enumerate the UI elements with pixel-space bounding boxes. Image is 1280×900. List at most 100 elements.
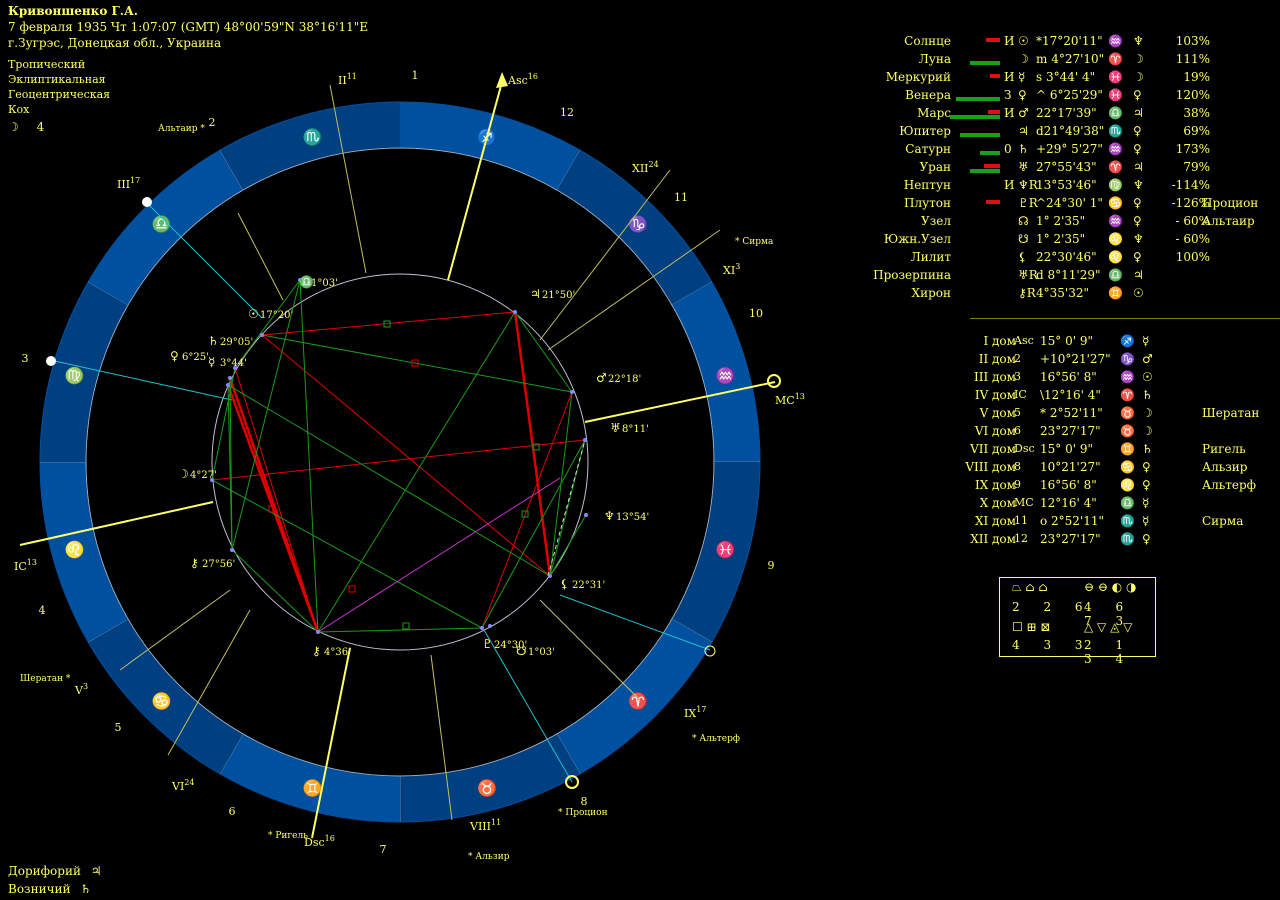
house-row[interactable]: III дом 3 16°56' 8" ♒ ☉ bbox=[880, 368, 1260, 386]
planet-name: Юпитер bbox=[899, 124, 951, 138]
zodiac-sign-icon: ♑ bbox=[628, 215, 648, 234]
house-row[interactable]: VII дом Dsc 15° 0' 9" ♊ ♄ Ригель bbox=[880, 440, 1260, 458]
planet-sign: ♓ bbox=[1108, 70, 1123, 84]
house-sign: ♑ bbox=[1120, 352, 1135, 366]
house-name: VIII дом bbox=[965, 460, 1016, 474]
house-star: Сирма bbox=[1202, 514, 1244, 528]
strength-bar-red bbox=[986, 38, 1000, 42]
saturn-icon: ♄ bbox=[80, 882, 92, 896]
mc-marker-icon bbox=[767, 374, 781, 388]
planet-position: 4°35'32" bbox=[1036, 286, 1089, 300]
zodiac-sign-icon: ♓ bbox=[716, 540, 736, 559]
aspect-line-green bbox=[227, 384, 551, 577]
aspect-line-red bbox=[261, 311, 516, 336]
aspect-line-red bbox=[261, 334, 551, 577]
planet-row[interactable]: Юпитер ♃ d21°49'38" ♏ ♀ 69% bbox=[880, 122, 1260, 140]
planet-row[interactable]: Плутон ♇R ^24°30' 1" ♋ ♀ -126% Процион bbox=[880, 194, 1260, 212]
planet-row[interactable]: Прозерпина ♅R d 8°11'29" ♎ ♃ bbox=[873, 266, 1260, 284]
planet-ruler: ♆ bbox=[1133, 34, 1144, 48]
planet-row[interactable]: Солнце И ☉ *17°20'11" ♒ ♆ 103% bbox=[880, 32, 1260, 50]
planet-row[interactable]: Венера З ♀ ^ 6°25'29" ♓ ♀ 120% bbox=[880, 86, 1260, 104]
aspect-line-red bbox=[481, 391, 573, 629]
planet-sign: ♈ bbox=[1108, 160, 1123, 174]
zodiac-sign-icon: ♒ bbox=[716, 366, 736, 385]
mars-degree-label: 22°18' bbox=[608, 374, 641, 385]
planet-row[interactable]: Луна ☽ m 4°27'10" ♈ ☽ 111% bbox=[880, 50, 1260, 68]
planet-row[interactable]: Нептун И ♆R 13°53'46" ♍ ♆ -114% bbox=[880, 176, 1260, 194]
house-row[interactable]: IV дом IC \12°16' 4" ♈ ♄ bbox=[880, 386, 1260, 404]
planet-row[interactable]: Лилит ⚸ 22°30'46" ♌ ♀ 100% bbox=[880, 248, 1260, 266]
aspect-line-green bbox=[261, 334, 573, 393]
house-position: 12°16' 4" bbox=[1040, 496, 1097, 510]
aspect-line-green bbox=[481, 439, 586, 629]
table-divider bbox=[970, 318, 1280, 319]
house-row[interactable]: VIII дом 8 10°21'27" ♋ ♀ Альзир bbox=[880, 458, 1260, 476]
planet-symbol: ☊ bbox=[1018, 214, 1029, 228]
house-row[interactable]: V дом 5 * 2°52'11" ♉ ☽ Шератан bbox=[880, 404, 1260, 422]
square-icons: ☐ ⊞ ⊠ bbox=[1012, 620, 1051, 634]
fixed-star-label: * Сирма bbox=[735, 237, 774, 247]
house-ruler: ♀ bbox=[1142, 532, 1151, 546]
chiron-marker-icon bbox=[46, 356, 56, 366]
planet-symbol: ☿ bbox=[1018, 70, 1026, 84]
planet-name: Прозерпина bbox=[873, 268, 951, 282]
planet-point bbox=[488, 624, 492, 628]
house-star: Ригель bbox=[1202, 442, 1246, 456]
planet-strength: 173% bbox=[1175, 142, 1210, 156]
house-ruler: ♀ bbox=[1142, 460, 1151, 474]
planet-row[interactable]: Сатурн 0 ♄ +29° 5'27" ♒ ♀ 173% bbox=[880, 140, 1260, 158]
planet-symbol: ☋ bbox=[1018, 232, 1029, 246]
planet-row[interactable]: Хирон ⚷R 4°35'32" ♊ ☉ bbox=[880, 284, 1260, 302]
house-row[interactable]: I дом Asc 15° 0' 9" ♐ ☿ bbox=[880, 332, 1260, 350]
planet-row[interactable]: Уран ♅ 27°55'43" ♈ ♃ 79% bbox=[880, 158, 1260, 176]
house-6-label: VI24 bbox=[171, 778, 194, 793]
strength-bar-green bbox=[950, 115, 1000, 119]
planet-name: Нептун bbox=[903, 178, 951, 192]
planet-point bbox=[230, 548, 234, 552]
house-row[interactable]: X дом MC 12°16' 4" ♎ ☿ bbox=[880, 494, 1260, 512]
planet-sign: ♏ bbox=[1108, 124, 1123, 138]
planet-name: Солнце bbox=[904, 34, 951, 48]
house-row[interactable]: XII дом 12 23°27'17" ♏ ♀ bbox=[880, 530, 1260, 548]
natal-chart-wheel[interactable]: ♐♑♒♓♈♉♊♋♌♍♎♏♎1°03'♃21°50'☉17°20'♄29°05'♀… bbox=[0, 0, 870, 900]
planet-symbol: ⚸ bbox=[1018, 250, 1027, 264]
planet-sign: ♒ bbox=[1108, 214, 1123, 228]
house-row[interactable]: II дом 2 +10°21'27" ♑ ♂ bbox=[880, 350, 1260, 368]
house-row[interactable]: IX дом 9 16°56' 8" ♌ ♀ Альтерф bbox=[880, 476, 1260, 494]
node-line bbox=[145, 201, 263, 319]
house-number: 2 bbox=[209, 116, 216, 129]
planet-flag: И bbox=[1004, 106, 1015, 120]
house-star: Альзир bbox=[1202, 460, 1248, 474]
house-number: 5 bbox=[115, 721, 122, 734]
planet-row[interactable]: Южн.Узел ☋ 1° 2'35" ♌ ♆ - 60% bbox=[880, 230, 1260, 248]
house-ruler: ☿ bbox=[1142, 496, 1150, 510]
planet-symbol: ♄ bbox=[1018, 142, 1029, 156]
aspect-line-green bbox=[299, 279, 319, 633]
house-row[interactable]: XI дом 11 o 2°52'11" ♏ ☿ Сирма bbox=[880, 512, 1260, 530]
planet-row[interactable]: Узел ☊ 1° 2'35" ♒ ♀ - 60% Альтаир bbox=[880, 212, 1260, 230]
house-number: 1 bbox=[412, 69, 419, 82]
planet-row[interactable]: Марс И ♂ 22°17'39" ♎ ♃ 38% bbox=[880, 104, 1260, 122]
planet-strength: 111% bbox=[1175, 52, 1210, 66]
planet-row[interactable]: Меркурий И ☿ s 3°44' 4" ♓ ☽ 19% bbox=[880, 68, 1260, 86]
planet-ruler: ♆ bbox=[1133, 232, 1144, 246]
house-cusp-label: 5 bbox=[1014, 406, 1021, 419]
moon-degree-label: 4°27' bbox=[190, 470, 217, 481]
house-position: 23°27'17" bbox=[1040, 424, 1101, 438]
house-name: IX дом bbox=[974, 478, 1016, 492]
footer-star-2: Возничий ♄ bbox=[8, 882, 91, 896]
house-star: Альтерф bbox=[1202, 478, 1257, 492]
house-row[interactable]: VI дом 6 23°27'17" ♉ ☽ bbox=[880, 422, 1260, 440]
house-ruler: ☉ bbox=[1142, 370, 1153, 384]
planet-point bbox=[316, 630, 320, 634]
planet-position: 13°53'46" bbox=[1036, 178, 1097, 192]
quad-icon: ⏢ ⌂ ⌂ bbox=[1012, 580, 1048, 594]
planet-strength: 69% bbox=[1183, 124, 1210, 138]
inner-circle bbox=[211, 273, 589, 651]
strength-bar-green bbox=[980, 151, 1000, 155]
footer-star-2-label: Возничий bbox=[8, 882, 71, 896]
planet-sign: ♒ bbox=[1108, 142, 1123, 156]
house-sign: ♉ bbox=[1120, 406, 1135, 420]
house-number: 7 bbox=[380, 843, 387, 856]
moon-icon: ☽ bbox=[178, 467, 189, 481]
